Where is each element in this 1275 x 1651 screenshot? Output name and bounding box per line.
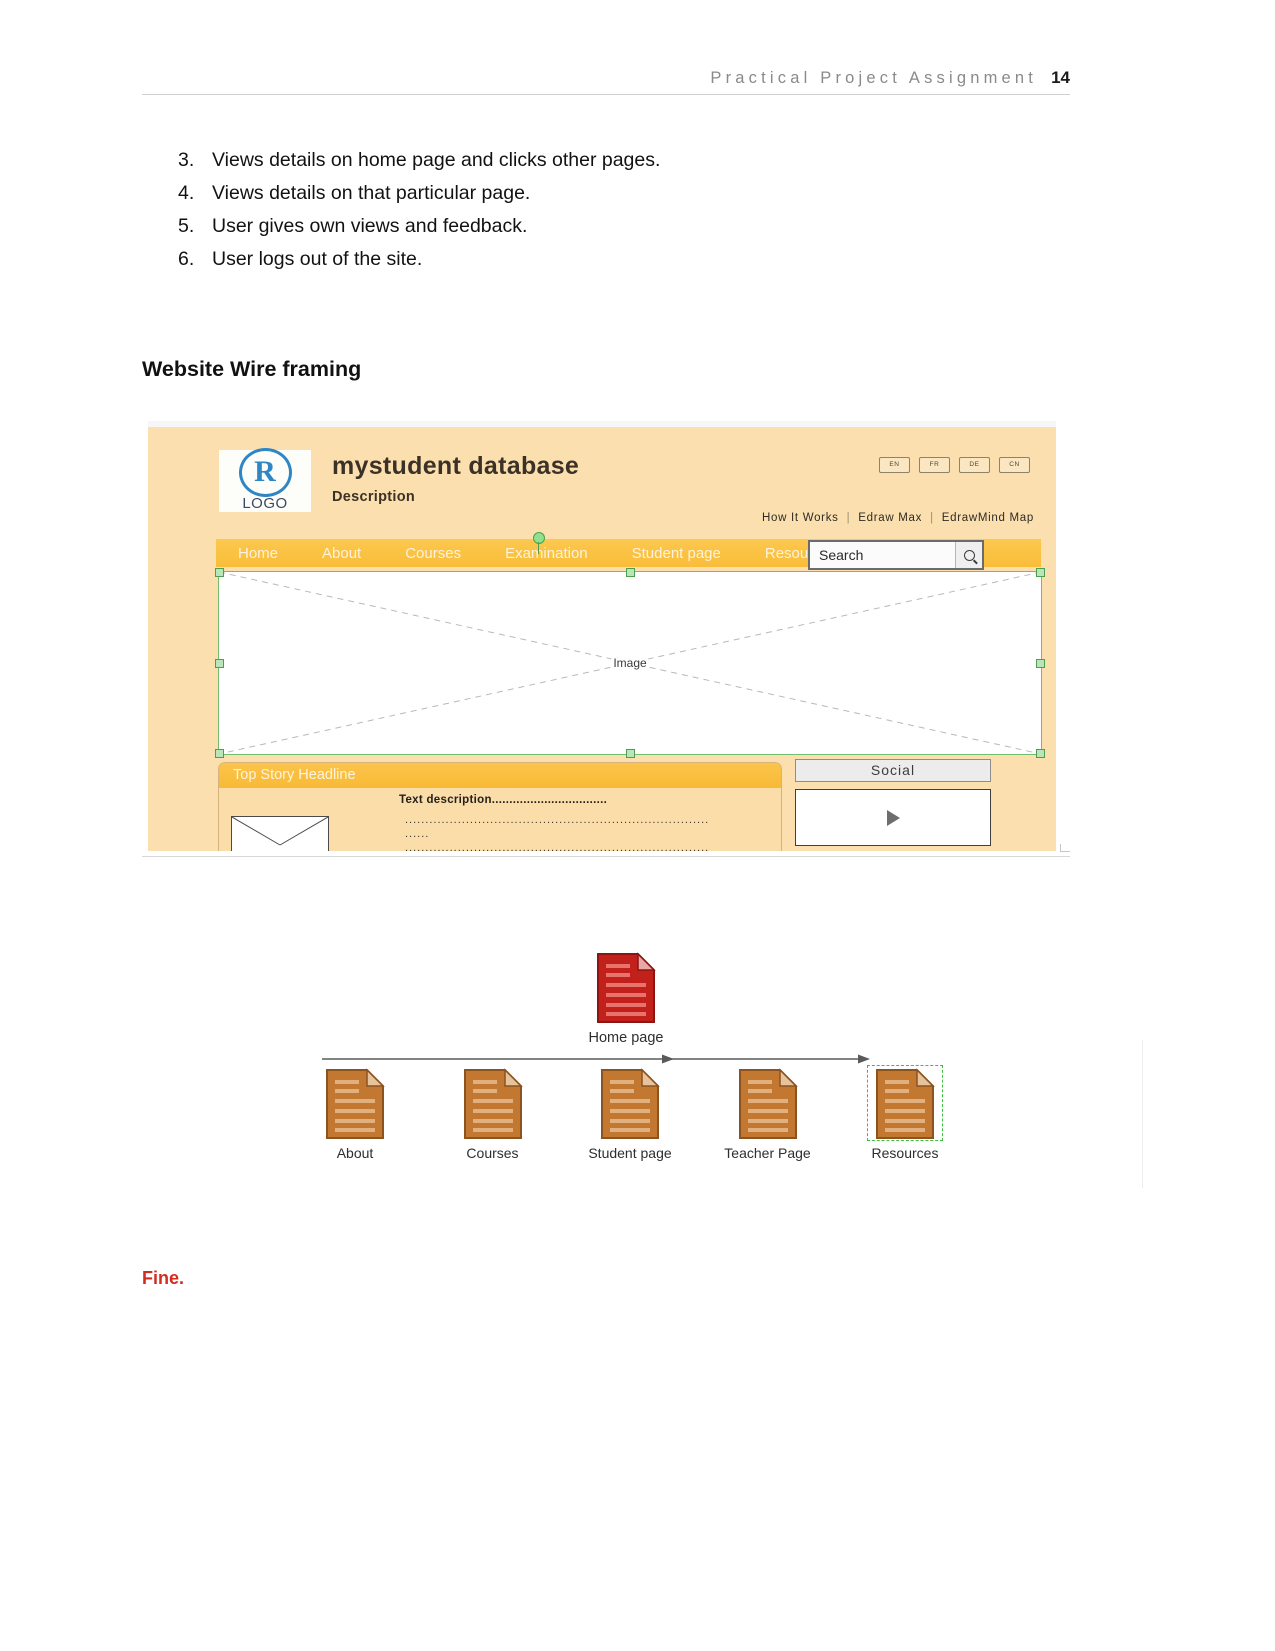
wireframe-bottom-edge [142,844,1070,857]
document-icon [601,1068,660,1139]
sitemap-node-teacher-page[interactable]: Teacher Page [709,1068,827,1161]
list-item-number: 3. [178,149,195,171]
resize-handle-bottom-right[interactable] [1036,749,1045,758]
site-title: mystudent database [332,452,580,480]
image-placeholder-label: Image [611,656,649,670]
lang-button-fr[interactable]: FR [919,457,950,473]
nav-item-home[interactable]: Home [216,545,300,562]
site-description: Description [332,489,416,505]
selection-outline [867,1065,943,1141]
sitemap-connector-arrow [322,1052,870,1064]
social-panel-title: Social [795,759,991,782]
search-button[interactable] [955,542,982,568]
top-story-headline: Top Story Headline [219,763,781,788]
list-item-text: User logs out of the site. [212,248,423,270]
list-item-number: 6. [178,248,195,270]
sitemap-node-student-page[interactable]: Student page [571,1068,689,1161]
nav-item-student-page[interactable]: Student page [610,545,743,562]
resize-handle-top-right[interactable] [1036,568,1045,577]
logo-label: LOGO [242,495,288,512]
sitemap-node-label: Resources [871,1145,939,1161]
scan-artifact-line [1142,1040,1143,1188]
list-item: 5. User gives own views and feedback. [178,210,878,243]
secondary-links: How It Works | Edraw Max | EdrawMind Map [762,512,1034,524]
lang-button-cn[interactable]: CN [999,457,1030,473]
sitemap-node-label: About [336,1145,374,1161]
list-item: 3. Views details on home page and clicks… [178,144,878,177]
search-box[interactable]: Search [808,540,984,570]
connector-pin-icon [533,532,545,554]
top-story-text-description: Text description........................… [399,794,608,806]
sitemap-node-label: Courses [466,1145,519,1161]
list-item: 4. Views details on that particular page… [178,177,878,210]
top-story-dots-2: ...... [405,828,430,840]
list-item: 6. User logs out of the site. [178,243,878,276]
search-input[interactable]: Search [810,547,955,563]
lang-button-en[interactable]: EN [879,457,910,473]
sitemap-children: About Courses Student page Teacher Page … [280,1065,980,1161]
sitemap-node-label: Student page [588,1145,672,1161]
sitemap-node-resources[interactable]: Resources [846,1065,964,1161]
page-number: 14 [1051,68,1070,87]
document-icon [326,1068,385,1139]
resize-handle-bottom-left[interactable] [215,749,224,758]
link-separator: | [930,512,934,524]
image-placeholder[interactable]: Image [215,568,1045,758]
registered-mark-icon: R [238,448,292,497]
document-icon [586,952,666,1024]
resize-handle-middle-right[interactable] [1036,659,1045,668]
website-wireframe-image: R LOGO mystudent database Description EN… [148,419,1056,853]
document-icon [463,1068,523,1139]
wireframe-top-strip [148,421,1056,427]
social-media-frame[interactable] [795,789,991,846]
top-story-thumbnail [231,816,329,853]
sitemap-node-label: Teacher Page [724,1145,811,1161]
social-panel: Social [795,759,991,853]
resize-handle-top-left[interactable] [215,568,224,577]
link-edrawmind-map[interactable]: EdrawMind Map [942,512,1034,524]
nav-item-courses[interactable]: Courses [383,545,483,562]
page-title: Website Wire framing [142,357,362,381]
review-note: Fine. [142,1268,185,1288]
thumbnail-cross-icon [232,817,328,846]
lang-button-de[interactable]: DE [959,457,990,473]
list-item-number: 5. [178,215,195,237]
top-story-body: Text description........................… [219,788,781,853]
link-how-it-works[interactable]: How It Works [762,512,839,524]
header-title: Practical Project Assignment [710,69,1038,87]
sitemap-diagram: Home page About Courses Student page Tea… [280,940,980,1190]
list-item-text: Views details on that particular page. [212,182,531,204]
top-story-dots-1: ........................................… [405,814,710,826]
resize-handle-top-center[interactable] [626,568,635,577]
list-item-text: Views details on home page and clicks ot… [212,149,661,171]
sitemap-root-label: Home page [588,1030,664,1046]
play-icon[interactable] [886,809,900,826]
link-separator: | [846,512,851,524]
resize-handle-bottom-center[interactable] [626,749,635,758]
list-item-number: 4. [178,182,195,204]
language-buttons: EN FR DE CN [879,457,1030,473]
search-icon [963,549,975,561]
sitemap-node-courses[interactable]: Courses [434,1068,552,1161]
list-item-text: User gives own views and feedback. [212,215,528,237]
numbered-list: 3. Views details on home page and clicks… [178,144,878,276]
resize-handle-middle-left[interactable] [215,659,224,668]
document-icon [738,1068,798,1139]
sitemap-node-about[interactable]: About [296,1068,414,1161]
logo: R LOGO [219,448,311,512]
nav-item-about[interactable]: About [300,545,383,562]
top-story-panel: Top Story Headline Text description.....… [218,762,782,853]
nav-item-examination[interactable]: Examination [483,545,610,562]
link-edraw-max[interactable]: Edraw Max [858,512,922,524]
document-header: Practical Project Assignment 14 [142,68,1070,95]
sitemap-root-node[interactable]: Home page [586,952,666,1046]
